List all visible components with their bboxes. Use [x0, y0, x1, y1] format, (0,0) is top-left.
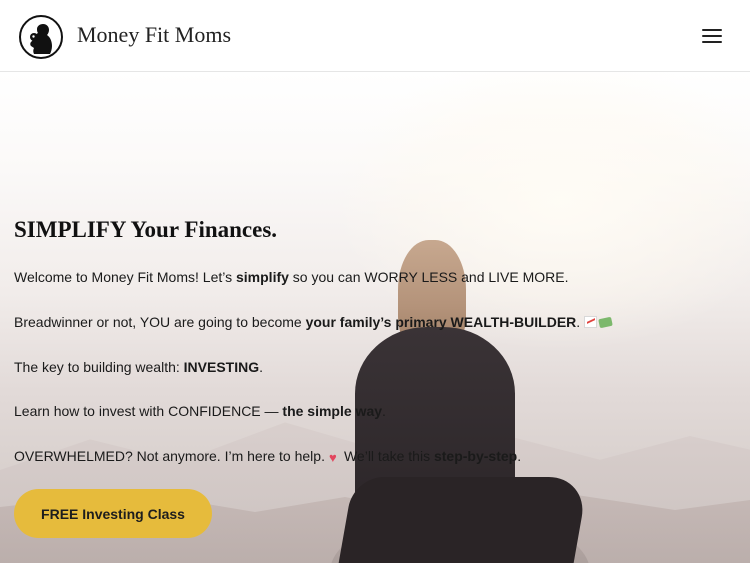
intro-paragraph: Welcome to Money Fit Moms! Let’s simplif… — [14, 269, 569, 285]
breadwinner-paragraph: Breadwinner or not, YOU are going to bec… — [14, 314, 613, 330]
free-investing-class-button[interactable]: FREE Investing Class — [14, 489, 212, 538]
hero-title: SIMPLIFY Your Finances. — [14, 217, 278, 242]
mom-silhouette-logo-icon[interactable] — [19, 15, 63, 59]
overwhelmed-paragraph: OVERWHELMED? Not anymore. I’m here to he… — [14, 448, 522, 465]
confidence-paragraph: Learn how to invest with CONFIDENCE — th… — [14, 403, 386, 419]
site-title[interactable]: Money Fit Moms — [77, 22, 231, 48]
hamburger-menu-icon[interactable] — [702, 27, 722, 45]
investing-paragraph: The key to building wealth: INVESTING. — [14, 359, 264, 375]
money-with-wings-icon — [598, 316, 613, 329]
site-header: Money Fit Moms — [0, 0, 750, 72]
chart-increasing-icon — [584, 316, 598, 328]
heart-icon: ♥ — [328, 450, 337, 465]
